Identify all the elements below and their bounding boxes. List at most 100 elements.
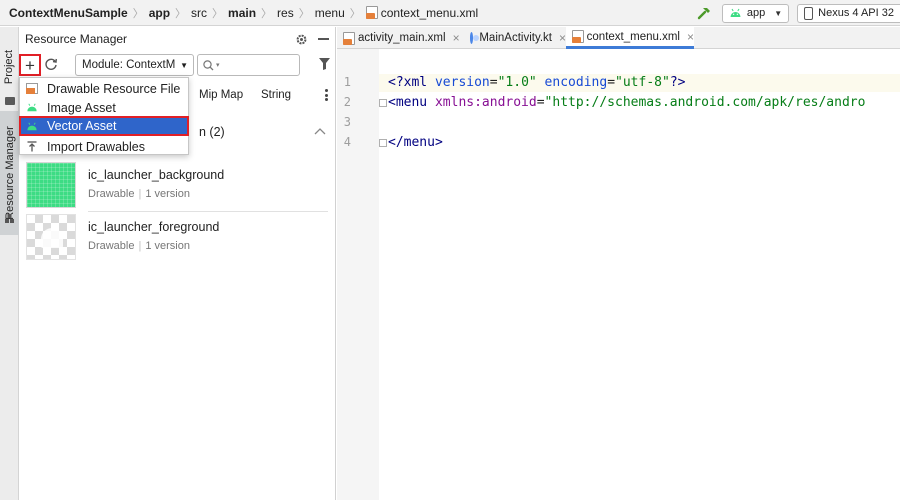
- android-icon: [27, 103, 37, 112]
- chevron-down-icon: ▼: [774, 8, 783, 18]
- row-divider: [88, 211, 328, 212]
- code-line-2[interactable]: <menu xmlns:android="http://schemas.andr…: [388, 95, 865, 110]
- breadcrumb-separator-icon: 〉: [261, 7, 273, 20]
- meta-divider: |: [138, 240, 142, 252]
- add-resource-menu: Drawable Resource File Image Asset Vecto…: [19, 77, 189, 155]
- fold-marker-icon[interactable]: [379, 139, 387, 147]
- resource-meta: Drawable | 1 version: [88, 240, 190, 252]
- more-icon[interactable]: [325, 89, 328, 101]
- search-icon: [203, 59, 214, 70]
- code-token: =: [607, 75, 616, 90]
- code-line-1[interactable]: <?xml version="1.0" encoding="utf-8"?>: [388, 75, 685, 90]
- line-number: 1: [343, 75, 351, 89]
- run-toolbar: app ▼ Nexus 4 API 32: [696, 0, 900, 26]
- breadcrumb-project[interactable]: ContextMenuSample: [9, 6, 128, 20]
- xml-file-icon: [365, 6, 378, 19]
- breadcrumb-main[interactable]: main: [228, 6, 256, 20]
- tool-tab-project-label: Project: [3, 49, 16, 85]
- panel-tools: [295, 27, 329, 51]
- run-config-label: app: [746, 7, 766, 19]
- breadcrumb: ContextMenuSample 〉 app 〉 src 〉 main 〉 r…: [0, 5, 478, 21]
- tab-main-activity-kt[interactable]: MainActivity.kt ×: [464, 27, 566, 49]
- breadcrumb-menu[interactable]: menu: [315, 6, 345, 20]
- close-icon[interactable]: ×: [453, 31, 460, 45]
- breadcrumb-separator-icon: 〉: [132, 7, 144, 20]
- line-number: 4: [343, 135, 351, 149]
- code-token: encoding: [536, 75, 608, 90]
- resource-versions: 1 version: [145, 188, 190, 200]
- tab-label: activity_main.xml: [358, 32, 446, 44]
- run-config-select[interactable]: app ▼: [721, 3, 790, 23]
- editor-tabs: activity_main.xml × MainActivity.kt × co…: [337, 27, 900, 49]
- code-token: "1.0": [497, 75, 537, 90]
- filter-icon[interactable]: [319, 58, 330, 70]
- tab-label: MainActivity.kt: [479, 32, 552, 44]
- tab-label: context_menu.xml: [586, 30, 680, 43]
- menu-item-label: Import Drawables: [47, 139, 145, 154]
- tab-mip-map[interactable]: Mip Map: [199, 89, 243, 101]
- resource-thumbnail: [26, 162, 76, 208]
- search-input[interactable]: ▾: [197, 54, 300, 76]
- close-icon[interactable]: ×: [687, 30, 694, 44]
- menu-item-image-asset[interactable]: Image Asset: [20, 98, 188, 117]
- resource-name: ic_launcher_background: [88, 168, 225, 182]
- menu-item-import-drawables[interactable]: Import Drawables: [20, 137, 188, 156]
- tab-context-menu-xml[interactable]: context_menu.xml ×: [566, 27, 694, 49]
- import-icon: [27, 141, 37, 152]
- gear-icon[interactable]: [295, 33, 308, 46]
- menu-item-label: Vector Asset: [47, 119, 117, 133]
- tool-tab-resource-manager-label: Resource Manager: [3, 126, 16, 220]
- device-label: Nexus 4 API 32: [818, 7, 894, 19]
- code-token: version: [427, 75, 490, 90]
- phone-icon: [804, 6, 814, 20]
- android-icon: [730, 8, 741, 17]
- tab-activity-main-xml[interactable]: activity_main.xml ×: [337, 27, 464, 49]
- xml-file-icon: [572, 30, 584, 43]
- device-select[interactable]: Nexus 4 API 32: [797, 3, 900, 23]
- resource-manager-icon: [5, 214, 14, 223]
- tab-string[interactable]: String: [261, 89, 291, 101]
- refresh-icon[interactable]: [44, 57, 58, 71]
- resource-toolbar: + Module: ContextM ▼ ▾: [19, 51, 336, 79]
- menu-item-vector-asset[interactable]: Vector Asset: [19, 116, 189, 136]
- code-token: ?>: [669, 75, 686, 90]
- resource-versions: 1 version: [145, 240, 190, 252]
- breadcrumb-separator-icon: 〉: [298, 7, 310, 20]
- menu-item-drawable-resource-file[interactable]: Drawable Resource File: [20, 79, 188, 98]
- menu-item-label: Drawable Resource File: [47, 81, 181, 96]
- resource-meta: Drawable | 1 version: [88, 188, 190, 200]
- resource-list-item[interactable]: ic_launcher_foreground Drawable | 1 versio…: [26, 214, 328, 264]
- menu-item-label: Image Asset: [47, 100, 116, 115]
- resource-list-item[interactable]: ic_launcher_background Drawable | 1 versio…: [26, 162, 328, 212]
- breadcrumb-separator-icon: 〉: [349, 7, 361, 20]
- resource-type: Drawable: [88, 188, 135, 200]
- android-robot-icon: [41, 228, 63, 248]
- folder-icon: [5, 97, 15, 105]
- module-select[interactable]: Module: ContextM ▼: [75, 54, 194, 76]
- drawable-file-icon: [26, 83, 38, 94]
- minimize-icon[interactable]: [318, 38, 329, 40]
- breadcrumb-res[interactable]: res: [277, 6, 294, 20]
- meta-divider: |: [138, 188, 142, 200]
- breadcrumb-app[interactable]: app: [149, 6, 170, 20]
- hammer-icon[interactable]: [696, 5, 712, 21]
- code-token: "utf-8": [615, 75, 670, 90]
- code-token: =: [536, 95, 545, 110]
- breadcrumb-separator-icon: 〉: [212, 7, 224, 20]
- code-line-4[interactable]: </menu>: [388, 135, 443, 150]
- breadcrumb-separator-icon: 〉: [175, 7, 187, 20]
- android-icon: [27, 122, 37, 130]
- breadcrumb-src[interactable]: src: [191, 6, 207, 20]
- line-number-gutter: 1 2 3 4: [337, 49, 379, 500]
- navigation-bar: ContextMenuSample 〉 app 〉 src 〉 main 〉 r…: [0, 0, 900, 26]
- resource-name: ic_launcher_foreground: [88, 220, 220, 234]
- breadcrumb-file[interactable]: context_menu.xml: [381, 6, 478, 20]
- module-select-label: Module: ContextM: [82, 59, 176, 71]
- close-icon[interactable]: ×: [559, 31, 566, 45]
- fold-marker-icon[interactable]: [379, 99, 387, 107]
- line-number: 2: [343, 95, 351, 109]
- chevron-up-icon[interactable]: [314, 127, 326, 135]
- add-resource-button[interactable]: +: [19, 54, 41, 76]
- code-token: xmlns:android: [427, 95, 537, 110]
- tool-tab-project[interactable]: Project: [0, 32, 19, 102]
